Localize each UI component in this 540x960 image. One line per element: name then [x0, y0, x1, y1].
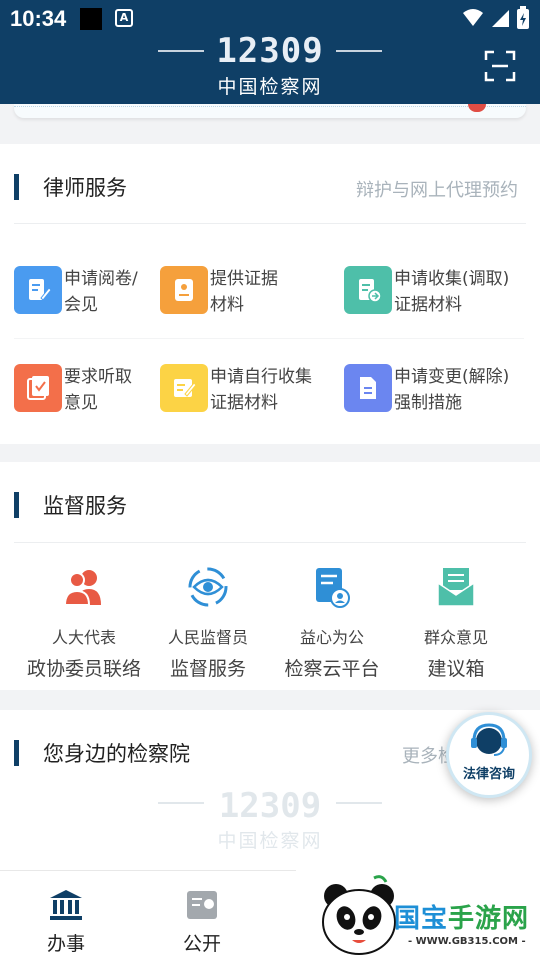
- section-bar: [14, 740, 19, 766]
- panda-logo-icon: [322, 875, 396, 955]
- label-line1: 申请收集(调取): [394, 269, 510, 289]
- label-line1: 提供证据: [210, 269, 278, 289]
- note-pen-icon: [160, 364, 208, 412]
- lawyer-item-self-collect[interactable]: 申请自行收集 证据材料: [160, 364, 350, 416]
- evidence-book-icon: [160, 266, 208, 314]
- lawyer-item-label: 申请收集(调取) 证据材料: [394, 266, 534, 318]
- label-line2: 证据材料: [394, 295, 462, 315]
- watermark-line-right: [336, 802, 382, 804]
- brand-logo: 12309 中国检察网: [150, 34, 390, 102]
- banner-carousel[interactable]: [14, 104, 526, 118]
- mailbox-icon: [386, 562, 526, 612]
- lawyer-row-divider: [14, 338, 524, 339]
- lawyer-section-title: 律师服务: [14, 172, 127, 202]
- status-time: 10:34: [10, 6, 67, 31]
- lawyer-item-request-hearing[interactable]: 要求听取 意见: [14, 364, 184, 416]
- label-line2: 材料: [210, 295, 244, 315]
- ad-title: 国宝手游网: [394, 898, 529, 935]
- watermark-line-left: [158, 802, 204, 804]
- brand-site-name: 中国检察网: [217, 76, 323, 98]
- watermark-logo: 12309 中国检察网: [150, 786, 390, 853]
- wifi-icon: [463, 9, 483, 26]
- nav-label: 公开: [182, 933, 221, 955]
- supervision-section-title: 监督服务: [14, 490, 127, 520]
- checklist-icon: [14, 364, 62, 412]
- people-icon: [14, 562, 154, 612]
- supervision-item-suggestion-box[interactable]: 群众意见 建议箱: [386, 562, 526, 681]
- label-line2: 强制措施: [394, 393, 462, 413]
- eye-target-icon: [138, 562, 278, 612]
- document-lines-icon: [344, 364, 392, 412]
- scan-icon[interactable]: [484, 50, 516, 82]
- supervision-label-line2: 建议箱: [427, 658, 485, 680]
- battery-icon: [517, 6, 529, 29]
- headset-avatar-icon: [471, 723, 507, 756]
- label-line2: 证据材料: [210, 393, 278, 413]
- logo-line-left: [158, 50, 204, 52]
- legal-consult-button[interactable]: 法律咨询: [446, 712, 532, 798]
- section-bar: [14, 174, 19, 200]
- ad-title-part2: 手游网: [448, 904, 530, 934]
- supervision-title-text: 监督服务: [43, 494, 127, 518]
- supervision-label-line1: 人民监督员: [167, 628, 248, 647]
- supervision-label-line2: 检察云平台: [284, 658, 380, 680]
- nearby-title-text: 您身边的检察院: [43, 742, 190, 766]
- nav-label: 办事: [46, 933, 85, 955]
- document-user-icon: [262, 562, 402, 612]
- supervision-label-line1: 人大代表: [51, 628, 116, 647]
- legal-consult-label: 法律咨询: [462, 767, 515, 782]
- ad-title-part1: 国宝: [394, 904, 449, 934]
- watermark-name: 中国检察网: [217, 830, 323, 852]
- section-bar: [14, 492, 19, 518]
- banner-pattern: [14, 106, 526, 114]
- supervision-label-line1: 群众意见: [423, 628, 488, 647]
- public-icon: [187, 891, 217, 919]
- lawyer-item-change-measures[interactable]: 申请变更(解除) 强制措施: [344, 364, 534, 416]
- logo-line-right: [336, 50, 382, 52]
- lawyer-divider: [14, 223, 526, 224]
- bank-icon: [50, 890, 82, 920]
- supervision-label-line2: 政协委员联络: [26, 658, 141, 680]
- a-notification-icon: A: [115, 9, 133, 27]
- supervision-label-line1: 益心为公: [299, 628, 364, 647]
- nav-item-services[interactable]: 办事: [36, 889, 96, 956]
- app-header: 10:34 A 12309 中国检察网: [0, 0, 540, 104]
- watermark-ad: 国宝手游网 - WWW.GB315.COM -: [296, 870, 540, 960]
- lawyer-item-label: 申请变更(解除) 强制措施: [394, 364, 534, 416]
- supervision-item-cloud-platform[interactable]: 益心为公 检察云平台: [262, 562, 402, 681]
- lawyer-more-link[interactable]: 辩护与网上代理预约: [356, 176, 518, 202]
- lawyer-item-review-meet[interactable]: 申请阅卷/会见: [14, 266, 184, 318]
- lawyer-item-label: 提供证据 材料: [210, 266, 330, 318]
- lawyer-item-label: 申请自行收集 证据材料: [210, 364, 350, 416]
- document-transfer-icon: [344, 266, 392, 314]
- lawyer-item-provide-evidence[interactable]: 提供证据 材料: [160, 266, 330, 318]
- ad-url: - WWW.GB315.COM -: [408, 936, 526, 947]
- document-edit-icon: [14, 266, 62, 314]
- supervision-item-supervisors[interactable]: 人民监督员 监督服务: [138, 562, 278, 681]
- label-line1: 申请自行收集: [210, 367, 312, 387]
- supervision-item-deputies[interactable]: 人大代表 政协委员联络: [14, 562, 154, 681]
- watermark-number: 12309: [218, 786, 322, 826]
- nav-item-public[interactable]: 公开: [172, 889, 232, 956]
- supervision-divider: [14, 542, 526, 543]
- signal-icon: [492, 10, 509, 27]
- nearby-section-title: 您身边的检察院: [14, 738, 190, 768]
- label-line1: 申请变更(解除): [394, 367, 510, 387]
- supervision-label-line2: 监督服务: [169, 658, 246, 680]
- notification-icon: [80, 8, 102, 30]
- lawyer-item-collect-evidence[interactable]: 申请收集(调取) 证据材料: [344, 266, 534, 318]
- lawyer-title-text: 律师服务: [43, 176, 127, 200]
